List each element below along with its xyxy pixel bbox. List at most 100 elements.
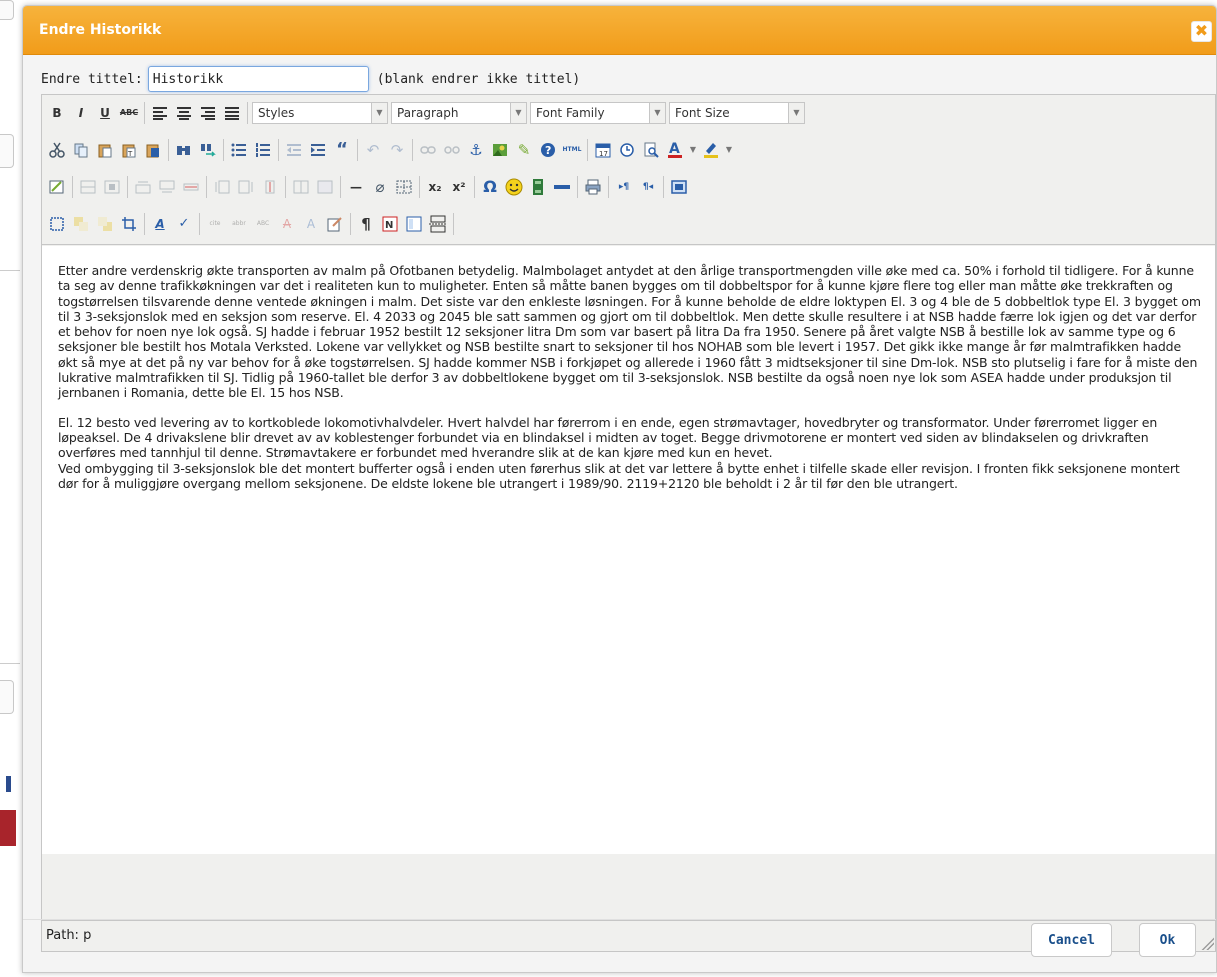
resize-grip-icon[interactable]: [1200, 936, 1214, 950]
cancel-button[interactable]: Cancel: [1031, 923, 1112, 957]
emotions-icon[interactable]: [503, 176, 525, 198]
editor-toolbar: B I U ABC Styles ▼ Paragraph ▼ Font Fami…: [42, 95, 1215, 245]
toolbar-separator: [608, 175, 609, 198]
preview-icon[interactable]: [640, 139, 662, 161]
toolbar-row-2: T “ ↶ ↷ ⚓ ✎ ? HTML 17 A ▼ ▼: [46, 135, 736, 164]
abbr-icon[interactable]: abbr: [228, 213, 250, 235]
superscript-icon[interactable]: x²: [448, 176, 470, 198]
edit-history-dialog: Endre Historikk ✖ Endre tittel: (blank e…: [22, 5, 1217, 973]
insert-col-before-icon[interactable]: [211, 176, 233, 198]
toolbar-separator: [127, 175, 128, 198]
html-icon[interactable]: HTML: [561, 139, 583, 161]
bullet-list-icon[interactable]: [228, 139, 250, 161]
backcolor-icon[interactable]: [700, 139, 722, 161]
styles-dropdown[interactable]: Styles ▼: [252, 101, 388, 124]
del-icon[interactable]: A: [276, 213, 298, 235]
visual-aid-icon[interactable]: [393, 176, 415, 198]
toolbar-separator: [350, 212, 351, 235]
attribs-icon[interactable]: [324, 213, 346, 235]
acronym-icon[interactable]: ABC: [252, 213, 274, 235]
font-size-dropdown[interactable]: Font Size ▼: [669, 101, 805, 124]
content-paragraph: El. 12 besto ved levering av to kortkobl…: [58, 415, 1203, 491]
undo-icon[interactable]: ↶: [362, 139, 384, 161]
redo-icon[interactable]: ↷: [386, 139, 408, 161]
align-justify-icon[interactable]: [221, 102, 243, 124]
table-icon[interactable]: [46, 176, 68, 198]
media-icon[interactable]: [527, 176, 549, 198]
link-icon[interactable]: [417, 139, 439, 161]
copy-icon[interactable]: [70, 139, 92, 161]
title-field-row: Endre tittel: (blank endrer ikke tittel): [41, 66, 580, 92]
insert-col-after-icon[interactable]: [235, 176, 257, 198]
subscript-icon[interactable]: x₂: [424, 176, 446, 198]
cell-props-icon[interactable]: [101, 176, 123, 198]
ok-button[interactable]: Ok: [1139, 923, 1196, 957]
ins-icon[interactable]: A: [300, 213, 322, 235]
absolute-icon[interactable]: [118, 213, 140, 235]
replace-icon[interactable]: [197, 139, 219, 161]
align-center-icon[interactable]: [173, 102, 195, 124]
delete-row-icon[interactable]: [180, 176, 202, 198]
bold-button[interactable]: B: [46, 102, 68, 124]
merge-cells-icon[interactable]: [314, 176, 336, 198]
blockquote-icon[interactable]: “: [331, 139, 353, 161]
italic-button[interactable]: I: [70, 102, 92, 124]
pagebreak-icon[interactable]: [427, 213, 449, 235]
visual-chars-icon[interactable]: ¶: [355, 213, 377, 235]
nonbreaking-icon[interactable]: N: [379, 213, 401, 235]
remove-format-icon[interactable]: ⌀: [369, 176, 391, 198]
image-icon[interactable]: [489, 139, 511, 161]
advhr-icon[interactable]: [551, 176, 573, 198]
style-props-icon[interactable]: A: [149, 213, 171, 235]
indent-icon[interactable]: [307, 139, 329, 161]
chevron-down-icon[interactable]: ▼: [688, 139, 698, 161]
move-forward-icon[interactable]: [70, 213, 92, 235]
forecolor-icon[interactable]: A: [664, 139, 686, 161]
paste-icon[interactable]: [94, 139, 116, 161]
rtl-icon[interactable]: ¶◂: [637, 176, 659, 198]
charmap-icon[interactable]: Ω: [479, 176, 501, 198]
cite-icon[interactable]: cite: [204, 213, 226, 235]
chevron-down-icon[interactable]: ▼: [724, 139, 734, 161]
strikethrough-button[interactable]: ABC: [118, 102, 140, 124]
unlink-icon[interactable]: [441, 139, 463, 161]
background-control: [0, 680, 14, 714]
numbered-list-icon[interactable]: [252, 139, 274, 161]
print-icon[interactable]: [582, 176, 604, 198]
insert-row-before-icon[interactable]: [132, 176, 154, 198]
fullscreen-icon[interactable]: [668, 176, 690, 198]
insert-row-after-icon[interactable]: [156, 176, 178, 198]
insert-time-icon[interactable]: [616, 139, 638, 161]
styles-dropdown-label: Styles: [258, 105, 295, 120]
rich-text-editor: B I U ABC Styles ▼ Paragraph ▼ Font Fami…: [41, 94, 1216, 952]
underline-button[interactable]: U: [94, 102, 116, 124]
spellcheck-icon[interactable]: ✓: [173, 213, 195, 235]
close-icon[interactable]: ✖: [1191, 21, 1212, 42]
paste-word-icon[interactable]: [142, 139, 164, 161]
ltr-icon[interactable]: ▸¶: [613, 176, 635, 198]
split-cells-icon[interactable]: [290, 176, 312, 198]
paste-text-icon[interactable]: T: [118, 139, 140, 161]
horizontal-rule-icon[interactable]: —: [345, 176, 367, 198]
toolbar-separator: [587, 138, 588, 161]
align-left-icon[interactable]: [149, 102, 171, 124]
chevron-down-icon: ▼: [510, 102, 526, 123]
font-family-dropdown[interactable]: Font Family ▼: [530, 101, 666, 124]
row-props-icon[interactable]: [77, 176, 99, 198]
toolbar-separator: [577, 175, 578, 198]
insert-layer-icon[interactable]: [46, 213, 68, 235]
delete-col-icon[interactable]: [259, 176, 281, 198]
help-icon[interactable]: ?: [537, 139, 559, 161]
align-right-icon[interactable]: [197, 102, 219, 124]
template-icon[interactable]: [403, 213, 425, 235]
insert-date-icon[interactable]: 17: [592, 139, 614, 161]
cleanup-icon[interactable]: ✎: [513, 139, 535, 161]
editor-content[interactable]: Etter andre verdenskrig økte transporten…: [42, 246, 1215, 854]
move-backward-icon[interactable]: [94, 213, 116, 235]
find-icon[interactable]: [173, 139, 195, 161]
title-input[interactable]: [147, 66, 369, 92]
anchor-icon[interactable]: ⚓: [465, 139, 487, 161]
format-dropdown[interactable]: Paragraph ▼: [391, 101, 527, 124]
outdent-icon[interactable]: [283, 139, 305, 161]
cut-icon[interactable]: [46, 139, 68, 161]
